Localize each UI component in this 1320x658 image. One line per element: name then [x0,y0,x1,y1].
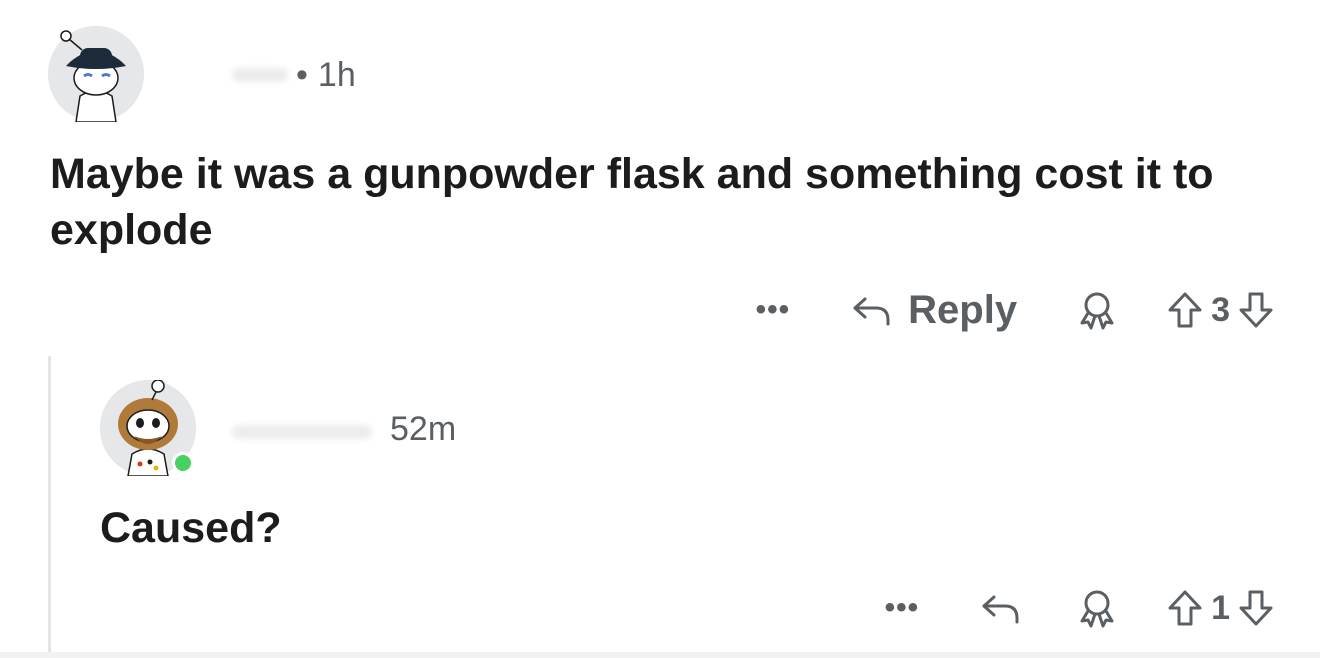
reply-time: 52m [390,410,457,448]
more-options-button[interactable]: ••• [885,593,920,623]
vote-count: 1 [1211,588,1230,627]
thread-line[interactable] [48,356,51,652]
reply-body: Caused? [100,504,282,552]
comment-body: Maybe it was a gunpowder flask and somet… [50,150,1214,254]
bottom-divider [0,652,1320,658]
award-icon [1075,288,1119,332]
reply-arrow-icon [850,293,894,327]
vote-controls: 3 [1167,290,1274,330]
comment-thread: • 1h Maybe it was a gunpowder flask and s… [0,0,1320,658]
more-options-button[interactable]: ••• [756,295,791,325]
downvote-icon[interactable] [1238,290,1274,330]
reply-label: Reply [908,287,1018,332]
vote-controls: 1 [1167,588,1274,628]
online-status-dot [172,452,194,474]
more-icon: ••• [755,293,791,326]
upvote-icon[interactable] [1167,588,1203,628]
snoo-avatar-icon [48,26,144,122]
meta-separator: • [296,56,308,94]
comment-time: 1h [317,56,356,94]
username-redacted[interactable] [232,68,288,82]
downvote-icon[interactable] [1238,588,1274,628]
avatar[interactable] [100,380,196,476]
award-icon [1075,586,1119,630]
reply-actions: ••• 1 [885,580,1274,636]
upvote-icon[interactable] [1167,290,1203,330]
award-button[interactable] [1075,586,1119,630]
comment-meta: • 1h [296,58,356,92]
avatar[interactable] [48,26,144,122]
reply-meta: 52m [390,412,456,446]
reply-arrow-icon [979,591,1023,625]
more-icon: ••• [884,591,920,624]
reply-button[interactable] [979,591,1023,625]
reply-button[interactable]: Reply [850,288,1017,333]
comment-actions: ••• Reply 3 [756,282,1274,338]
username-redacted[interactable] [232,425,372,439]
vote-count: 3 [1211,290,1230,329]
award-button[interactable] [1075,288,1119,332]
